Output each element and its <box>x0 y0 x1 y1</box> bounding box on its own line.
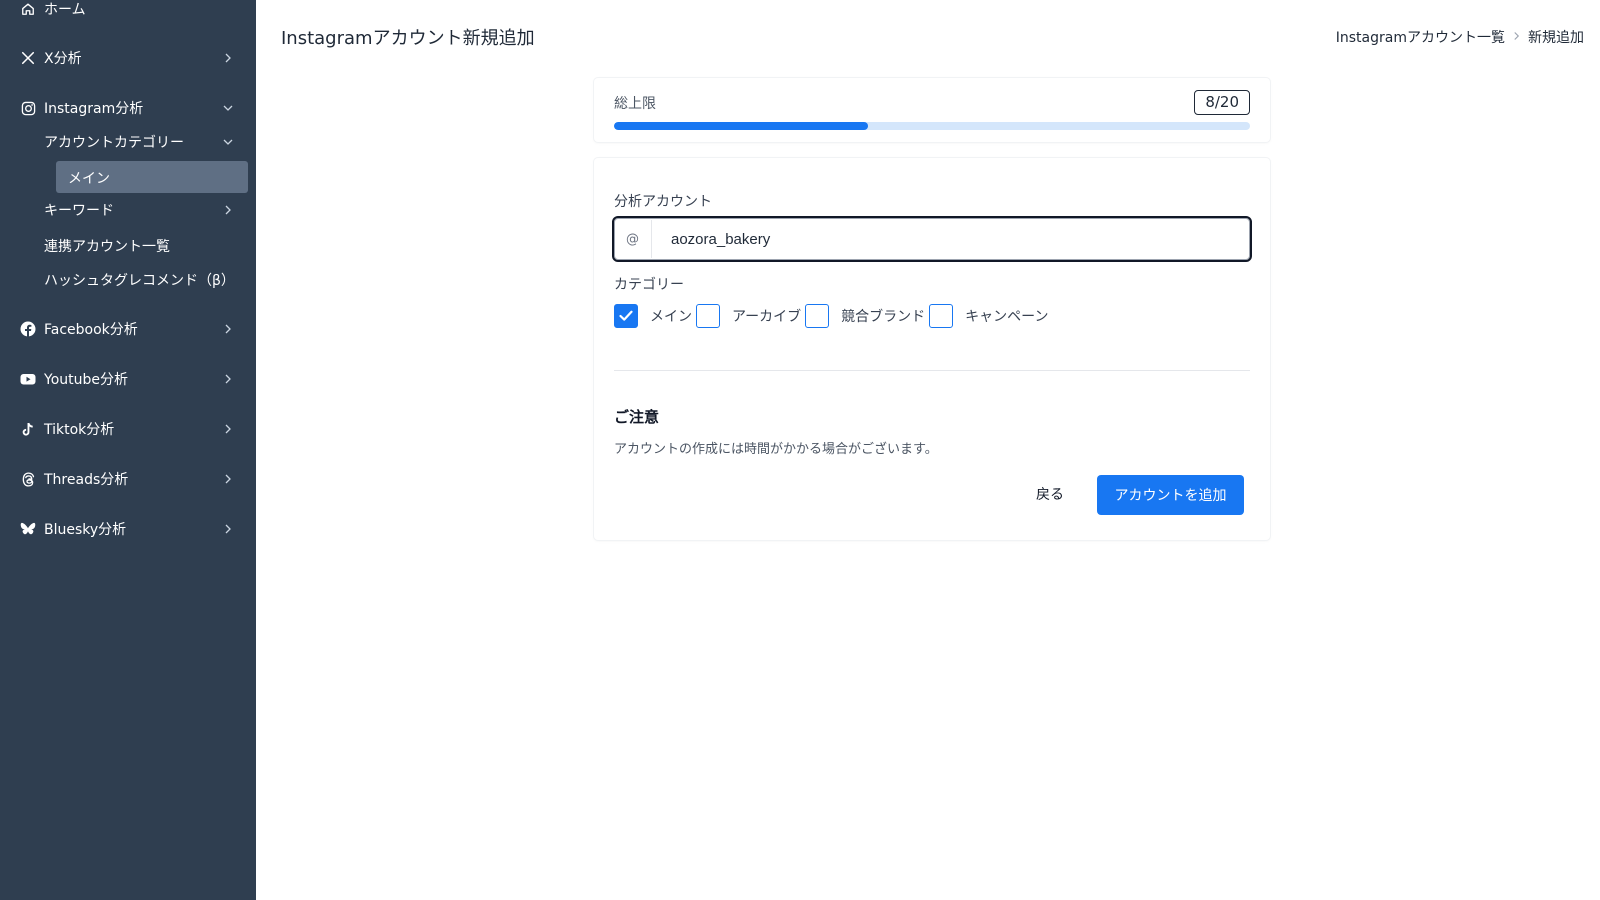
checkbox-unchecked[interactable] <box>805 304 830 328</box>
sidebar: ホーム X分析 Instagram分析 アカウントカテゴリー メイン キーワード <box>0 0 256 900</box>
limit-progress-fill <box>614 122 869 130</box>
sidebar-sub-main-active[interactable]: メイン <box>56 161 248 193</box>
check-icon <box>619 310 633 321</box>
sidebar-item-label: Facebook分析 <box>44 322 138 338</box>
breadcrumb-link-account-list[interactable]: Instagramアカウント一覧 <box>1336 27 1505 47</box>
threads-icon <box>20 471 36 487</box>
breadcrumb: Instagramアカウント一覧 新規追加 <box>1336 27 1584 47</box>
sidebar-sub-keyword[interactable]: キーワード <box>0 195 256 225</box>
chevron-right-icon <box>222 423 234 435</box>
sidebar-item-instagram[interactable]: Instagram分析 <box>0 91 256 125</box>
category-checkbox-campaign[interactable]: キャンペーン <box>929 304 1052 328</box>
sidebar-sub-label: メイン <box>68 171 110 187</box>
page-title: Instagramアカウント新規追加 <box>281 28 535 49</box>
sidebar-item-label: Bluesky分析 <box>44 522 127 538</box>
sidebar-item-label: X分析 <box>44 51 82 67</box>
category-checkbox-main[interactable]: メイン <box>614 304 696 328</box>
sidebar-item-youtube[interactable]: Youtube分析 <box>0 362 256 396</box>
category-label: 競合ブランド <box>841 309 926 325</box>
sidebar-item-label: Threads分析 <box>44 472 129 488</box>
account-field-label: 分析アカウント <box>614 194 712 210</box>
checkbox-checked[interactable] <box>614 304 638 328</box>
category-label: アーカイブ <box>732 309 802 325</box>
breadcrumb-current: 新規追加 <box>1528 30 1584 46</box>
sidebar-sub-label: 連携アカウント一覧 <box>44 239 170 255</box>
back-button[interactable]: 戻る <box>1018 474 1082 514</box>
chevron-right-icon <box>1513 30 1520 44</box>
account-form-card: 分析アカウント @ カテゴリー メイン アーカイブ 競合ブランド キャンペーン … <box>594 158 1270 540</box>
account-username-input[interactable] <box>652 220 1250 258</box>
category-field-label: カテゴリー <box>614 277 684 293</box>
chevron-right-icon <box>222 323 234 335</box>
tiktok-icon <box>20 421 36 437</box>
limit-card: 総上限 8/20 <box>594 78 1270 142</box>
x-logo-icon <box>20 50 36 66</box>
checkbox-unchecked[interactable] <box>929 304 954 328</box>
chevron-right-icon <box>222 473 234 485</box>
notice-title: ご注意 <box>614 408 660 426</box>
sidebar-sub-account-category[interactable]: アカウントカテゴリー <box>0 127 256 157</box>
notice-text: アカウントの作成には時間がかかる場合がございます。 <box>614 442 938 457</box>
category-checkbox-archive[interactable]: アーカイブ <box>696 304 805 328</box>
sidebar-item-label: Instagram分析 <box>44 101 144 117</box>
chevron-right-icon <box>222 204 234 216</box>
sidebar-sub-label: キーワード <box>44 203 114 219</box>
category-label: メイン <box>650 309 692 325</box>
checkbox-unchecked[interactable] <box>696 304 720 328</box>
sidebar-item-label: Tiktok分析 <box>44 422 115 438</box>
sidebar-item-tiktok[interactable]: Tiktok分析 <box>0 412 256 446</box>
sidebar-item-x[interactable]: X分析 <box>0 41 256 75</box>
sidebar-sub-label: ハッシュタグレコメンド（β） <box>44 273 235 289</box>
sidebar-sub-linked-accounts[interactable]: 連携アカウント一覧 <box>0 231 256 261</box>
sidebar-sub-label: アカウントカテゴリー <box>44 135 184 151</box>
sidebar-item-home[interactable]: ホーム <box>0 0 256 26</box>
sidebar-item-label: Youtube分析 <box>44 372 128 388</box>
instagram-icon <box>20 100 36 116</box>
divider <box>614 370 1250 371</box>
limit-progress-bar <box>614 122 1250 130</box>
sidebar-item-facebook[interactable]: Facebook分析 <box>0 312 256 346</box>
facebook-icon <box>20 321 36 337</box>
home-icon <box>20 1 36 17</box>
sidebar-item-bluesky[interactable]: Bluesky分析 <box>0 512 256 546</box>
add-account-button[interactable]: アカウントを追加 <box>1097 475 1244 515</box>
chevron-down-icon <box>222 102 234 114</box>
at-sign-prefix: @ <box>614 220 652 258</box>
chevron-right-icon <box>222 373 234 385</box>
sidebar-sub-hashtag[interactable]: ハッシュタグレコメンド（β） <box>0 265 256 295</box>
chevron-right-icon <box>222 523 234 535</box>
category-checkbox-competitor[interactable]: 競合ブランド <box>805 304 929 328</box>
limit-count-badge: 8/20 <box>1194 90 1250 115</box>
limit-label: 総上限 <box>614 96 656 112</box>
chevron-down-icon <box>222 136 234 148</box>
chevron-right-icon <box>222 52 234 64</box>
sidebar-item-threads[interactable]: Threads分析 <box>0 462 256 496</box>
category-label: キャンペーン <box>965 309 1049 325</box>
sidebar-item-label: ホーム <box>44 2 86 18</box>
account-input-group: @ <box>612 216 1252 262</box>
bluesky-icon <box>20 521 36 537</box>
youtube-icon <box>20 371 36 387</box>
category-checkbox-group: メイン アーカイブ 競合ブランド キャンペーン <box>614 304 1052 328</box>
